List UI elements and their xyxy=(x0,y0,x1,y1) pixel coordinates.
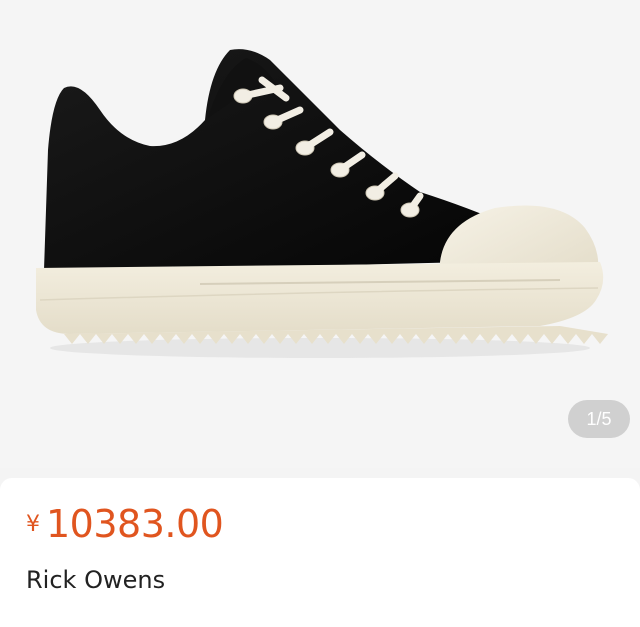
product-info-card xyxy=(0,478,640,627)
image-page-indicator: 1/5 xyxy=(568,400,630,438)
currency-symbol: ¥ xyxy=(26,512,40,537)
product-brand: Rick Owens xyxy=(26,566,166,594)
product-image-gallery[interactable]: 1/5 xyxy=(0,0,640,468)
product-image[interactable] xyxy=(0,0,640,468)
product-price: ¥10383.00 xyxy=(26,502,224,546)
price-amount: 10383.00 xyxy=(46,502,224,546)
